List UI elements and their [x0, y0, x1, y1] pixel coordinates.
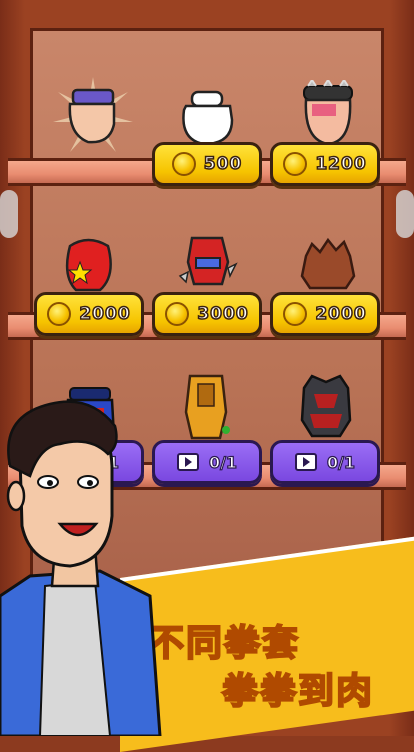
video-unlock-button-dark-armor-gauntlet[interactable]: 0/1	[270, 440, 380, 484]
price-label: 3000	[197, 303, 249, 325]
coin-icon	[283, 152, 308, 176]
price-button-red-boxing-glove[interactable]: 2000	[34, 292, 144, 336]
coin-icon	[47, 302, 72, 326]
scroll-left-arrow[interactable]	[0, 190, 18, 238]
white-glove-icon	[182, 90, 234, 146]
video-progress-label: 0/1	[326, 452, 356, 472]
scroll-right-arrow[interactable]	[396, 190, 414, 238]
price-button-robot-glove[interactable]: 3000	[152, 292, 262, 336]
dark-armor-gauntlet-item[interactable]	[298, 374, 354, 444]
coin-icon	[165, 302, 190, 326]
robot-glove-item[interactable]	[178, 232, 238, 296]
red-boxing-glove-icon	[65, 238, 112, 292]
price-button-white-glove[interactable]: 500	[152, 142, 262, 186]
price-label: 2000	[315, 303, 367, 325]
shop-cabinet: 500 1200 2000 3000 2000 0/1 0/1 不同拳套 拳拳到…	[0, 0, 414, 752]
price-button-furry-glove[interactable]: 2000	[270, 292, 380, 336]
spiked-fist-icon	[303, 78, 353, 146]
fist-wristband-item[interactable]	[48, 72, 138, 166]
robot-glove-icon	[178, 236, 238, 286]
banner-line-2: 拳拳到肉	[221, 670, 375, 713]
price-label: 500	[203, 153, 243, 175]
dark-armor-gauntlet-icon	[300, 374, 352, 438]
coin-icon	[283, 302, 308, 326]
coin-icon	[171, 152, 196, 176]
video-icon	[294, 453, 317, 471]
furry-glove-item[interactable]	[298, 236, 358, 296]
character-illustration	[0, 400, 162, 736]
red-boxing-glove-item[interactable]	[60, 236, 116, 300]
price-label: 2000	[79, 303, 131, 325]
price-button-spiked-fist[interactable]: 1200	[270, 142, 380, 186]
price-label: 1200	[315, 153, 367, 175]
video-progress-label: 0/1	[208, 452, 238, 472]
furry-glove-icon	[300, 237, 356, 290]
fist-wristband-icon	[53, 77, 133, 152]
